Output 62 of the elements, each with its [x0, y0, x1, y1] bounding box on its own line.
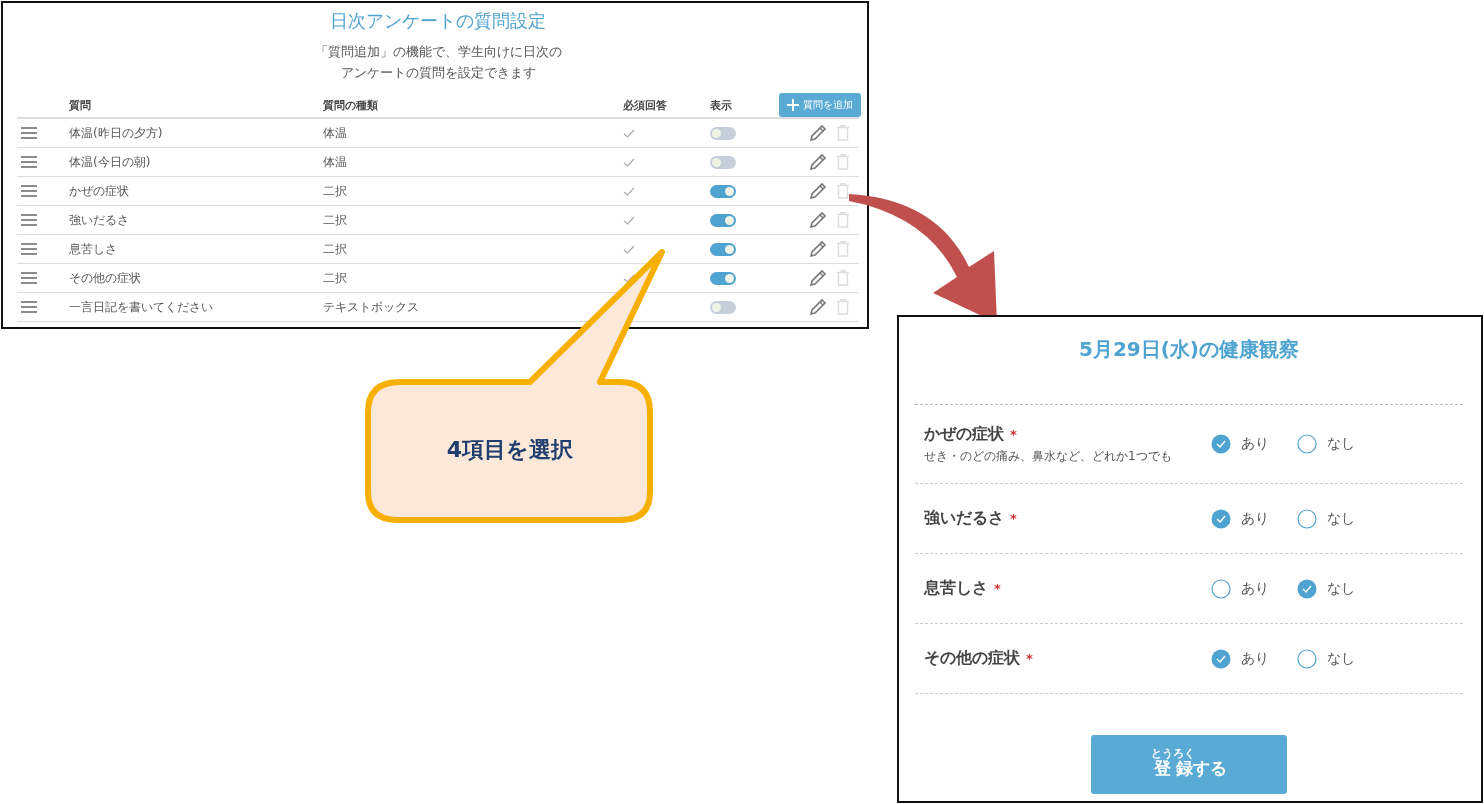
toggle-switch[interactable] — [710, 271, 736, 285]
toggle-switch[interactable] — [710, 126, 736, 140]
table-cell-text: 一言日記を書いてください — [69, 298, 214, 316]
panel-title: 5月29日(水)の健康観察 — [1078, 336, 1300, 363]
toggle-switch[interactable] — [710, 242, 736, 256]
toggle-switch[interactable] — [710, 213, 736, 227]
question-label: 強いだるさ — [924, 508, 1004, 529]
pencil-icon[interactable] — [809, 211, 827, 229]
toggle-switch[interactable] — [710, 184, 736, 198]
question-label: その他の症状 — [924, 648, 1020, 669]
required-mark: * — [994, 581, 1001, 596]
drag-handle-icon — [21, 301, 37, 313]
table-cell-text: 息苦しさ — [69, 240, 118, 258]
description-text: 「質問追加」の機能で、学生向けに日次の — [314, 43, 562, 60]
drag-handle-icon — [21, 243, 37, 255]
question-note: せき・のどの痛み、鼻水など、どれか1つでも — [924, 447, 1173, 465]
plus-icon — [787, 99, 799, 111]
table-cell-text: 二択 — [323, 269, 348, 287]
radio-option[interactable]: なし — [1297, 508, 1359, 529]
column-header: 必須回答 — [622, 97, 668, 113]
description-text: アンケートの質問を設定できます — [340, 64, 536, 81]
required-mark: * — [1010, 511, 1017, 526]
toggle-switch[interactable] — [710, 155, 736, 169]
radio-option[interactable]: あり — [1211, 578, 1273, 599]
radio-option[interactable]: なし — [1297, 648, 1359, 669]
drag-handle-icon — [21, 214, 37, 226]
table-cell-text: 体温 — [323, 153, 348, 171]
toggle-switch[interactable] — [710, 300, 736, 314]
drag-handle-icon — [21, 156, 37, 168]
pencil-icon[interactable] — [809, 182, 827, 200]
pencil-icon[interactable] — [809, 298, 827, 316]
radio-option[interactable]: なし — [1297, 578, 1359, 599]
panel-title: 日次アンケートの質問設定 — [329, 9, 547, 33]
table-cell-text: かぜの症状 — [69, 182, 130, 200]
question-label: 息苦しさ — [924, 578, 988, 599]
pencil-icon[interactable] — [809, 240, 827, 258]
table-cell-text: 体温(昨日の夕方) — [69, 124, 164, 142]
question-label: かぜの症状 — [924, 423, 1004, 445]
required-mark: * — [1010, 426, 1017, 442]
radio-option[interactable]: あり — [1211, 434, 1273, 454]
table-cell-text: 二択 — [323, 240, 348, 258]
column-header: 表示 — [710, 97, 733, 113]
callout-text: 4項目を選択 — [445, 436, 575, 464]
required-mark: * — [1026, 651, 1033, 666]
table-cell-text: 二択 — [323, 211, 348, 229]
drag-handle-icon — [21, 127, 37, 139]
table-cell-text: 強いだるさ — [69, 211, 130, 229]
drag-handle-icon — [21, 272, 37, 284]
pencil-icon[interactable] — [809, 269, 827, 287]
radio-option[interactable]: あり — [1211, 648, 1273, 669]
radio-option[interactable]: なし — [1297, 434, 1359, 454]
table-cell-text: テキストボックス — [323, 298, 420, 316]
table-cell-text: その他の症状 — [69, 269, 142, 287]
drag-handle-icon — [21, 185, 37, 197]
table-cell-text: 二択 — [323, 182, 348, 200]
table-cell-text: 体温(今日の朝) — [69, 153, 152, 171]
table-cell-text: 体温 — [323, 124, 348, 142]
column-header: 質問の種類 — [323, 97, 379, 113]
radio-option[interactable]: あり — [1211, 508, 1273, 529]
column-header: 質問 — [69, 97, 92, 113]
pencil-icon[interactable] — [809, 124, 827, 142]
pencil-icon[interactable] — [809, 153, 827, 171]
